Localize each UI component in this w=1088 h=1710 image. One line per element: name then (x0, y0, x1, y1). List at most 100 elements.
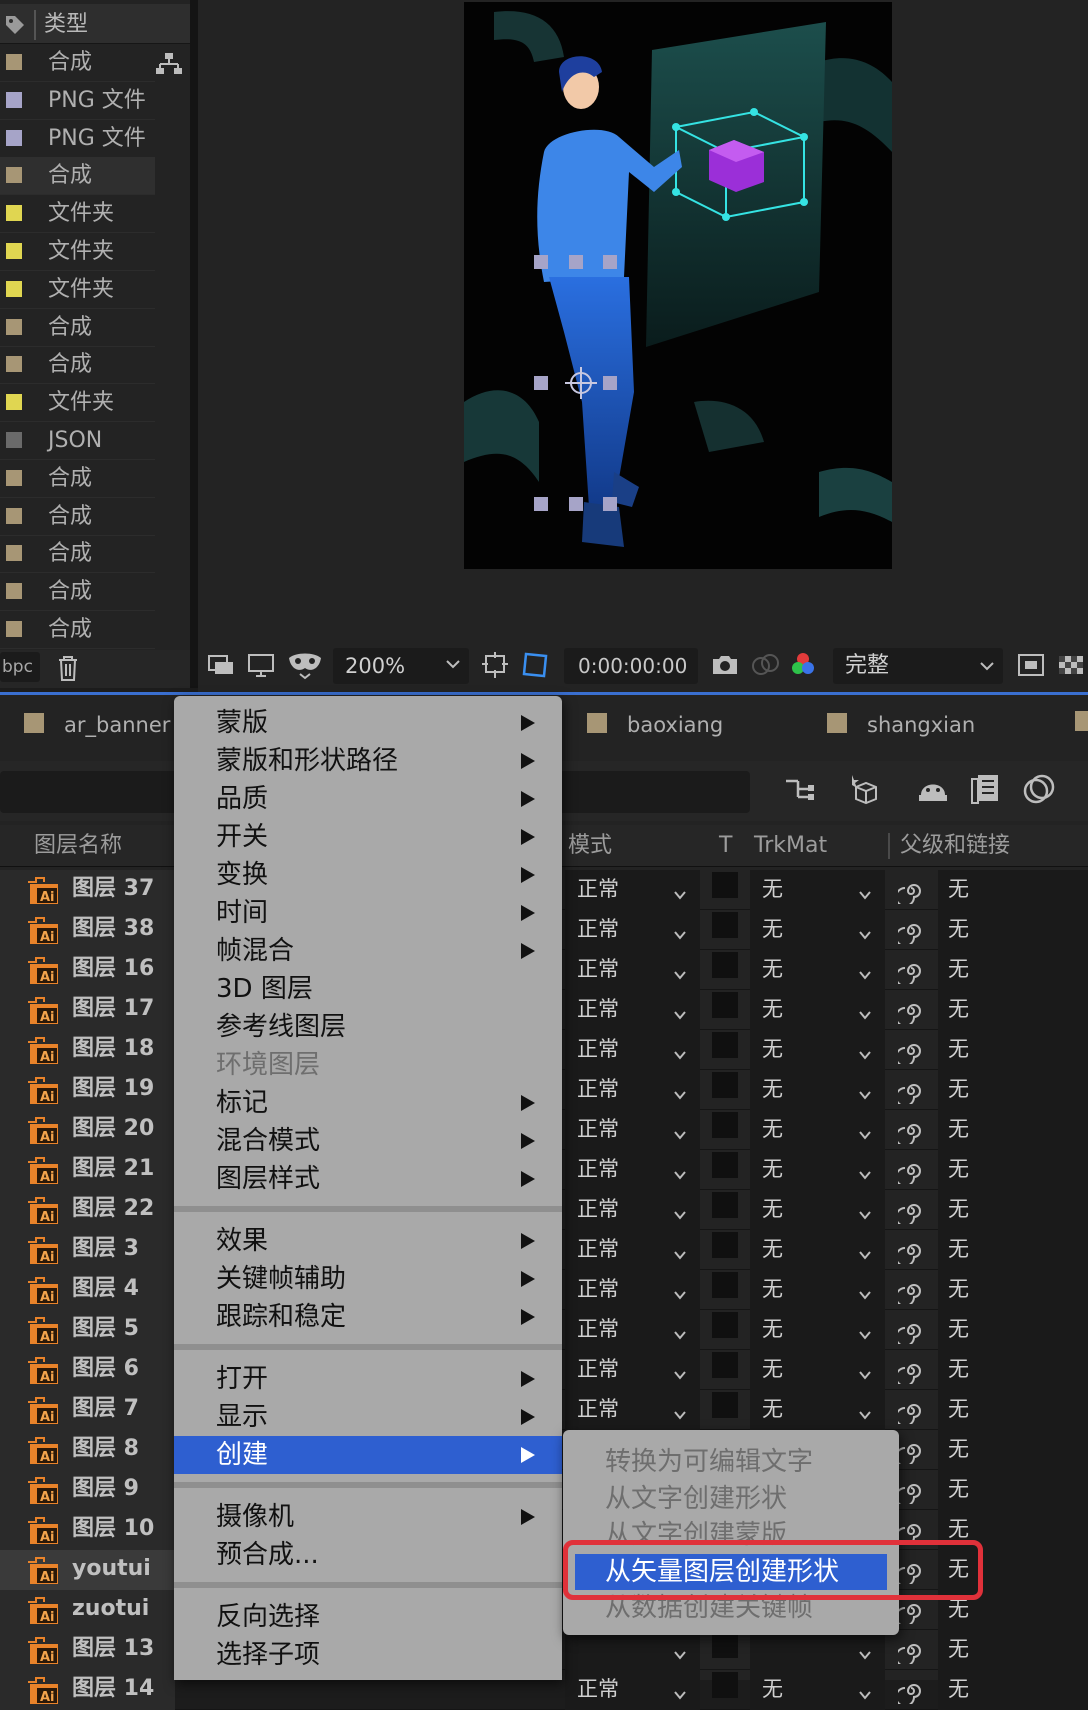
parent-pick-whip-icon[interactable] (895, 1318, 924, 1347)
composition-canvas[interactable] (464, 2, 892, 569)
resolution-dropdown[interactable]: 完整 (833, 648, 1003, 684)
parent-link-column-header[interactable]: 父级和链接 (900, 831, 1010, 861)
label-color-swatch[interactable] (6, 356, 22, 373)
blend-mode-dropdown[interactable]: 正常 (565, 1230, 700, 1270)
menu-item[interactable]: 选择子项 (174, 1636, 562, 1674)
preserve-transparency-toggle[interactable] (712, 872, 738, 898)
track-matte-dropdown[interactable]: 无 (750, 1190, 885, 1230)
menu-item[interactable]: 预合成... (174, 1536, 562, 1574)
checkerboard-icon[interactable] (1056, 650, 1086, 680)
tab-shangxian[interactable]: shangxian (827, 711, 997, 751)
parent-dropdown[interactable]: 无 (938, 1310, 1088, 1350)
blend-mode-dropdown[interactable]: 正常 (565, 1110, 700, 1150)
parent-dropdown[interactable]: 无 (938, 1270, 1088, 1310)
draft-3d-icon[interactable] (846, 771, 882, 807)
label-color-swatch[interactable] (6, 432, 22, 448)
layer-name-column-header[interactable]: 图层名称 (34, 831, 122, 861)
frame-blending-icon[interactable] (968, 771, 1004, 807)
preserve-transparency-toggle[interactable] (712, 1192, 738, 1218)
parent-pick-whip-icon[interactable] (895, 958, 924, 987)
motion-blur-icon[interactable] (1022, 771, 1058, 807)
label-color-swatch[interactable] (6, 318, 22, 335)
preserve-transparency-toggle[interactable] (712, 1232, 738, 1258)
show-snapshot-icon[interactable] (750, 650, 780, 680)
bpc-toggle[interactable]: bpc (0, 652, 40, 682)
project-type-column-header[interactable]: 类型 (0, 4, 190, 44)
project-item[interactable]: 合成 (0, 573, 155, 612)
label-color-swatch[interactable] (6, 545, 22, 562)
blend-mode-dropdown[interactable]: 正常 (565, 1190, 700, 1230)
t-column-header[interactable]: T (719, 831, 732, 861)
track-matte-dropdown[interactable]: 无 (750, 1230, 885, 1270)
project-item[interactable]: 合成 (0, 44, 155, 82)
menu-item[interactable]: 关键帧辅助 (174, 1260, 562, 1298)
preserve-transparency-toggle[interactable] (712, 912, 738, 938)
blend-mode-dropdown[interactable]: 正常 (565, 1270, 700, 1310)
label-color-swatch[interactable] (6, 129, 22, 146)
track-matte-dropdown[interactable]: 无 (750, 1310, 885, 1350)
parent-pick-whip-icon[interactable] (895, 1598, 924, 1627)
parent-pick-whip-icon[interactable] (895, 1478, 924, 1507)
blend-mode-dropdown[interactable]: 正常 (565, 1390, 700, 1430)
flowchart-icon[interactable] (155, 52, 183, 76)
parent-dropdown[interactable]: 无 (938, 1470, 1088, 1510)
project-item[interactable]: 合成 (0, 498, 155, 536)
preserve-transparency-toggle[interactable] (712, 1352, 738, 1378)
menu-item[interactable]: 标记 (174, 1084, 562, 1122)
parent-dropdown[interactable]: 无 (938, 1630, 1088, 1670)
preserve-transparency-toggle[interactable] (712, 1152, 738, 1178)
menu-item[interactable]: 摄像机 (174, 1498, 562, 1536)
blend-mode-dropdown[interactable]: 正常 (565, 950, 700, 990)
parent-dropdown[interactable]: 无 (938, 1230, 1088, 1270)
panel-divider[interactable] (190, 0, 198, 688)
mode-column-header[interactable]: 模式 (568, 831, 612, 861)
label-color-swatch[interactable] (6, 205, 22, 222)
parent-pick-whip-icon[interactable] (895, 1638, 924, 1667)
parent-pick-whip-icon[interactable] (895, 1398, 924, 1427)
parent-pick-whip-icon[interactable] (895, 918, 924, 947)
project-item[interactable]: PNG 文件 (0, 120, 155, 158)
menu-item[interactable]: 反向选择 (174, 1598, 562, 1636)
blend-mode-dropdown[interactable]: 正常 (565, 910, 700, 950)
parent-pick-whip-icon[interactable] (895, 1198, 924, 1227)
parent-pick-whip-icon[interactable] (895, 1078, 924, 1107)
menu-item[interactable]: 参考线图层 (174, 1008, 562, 1046)
project-item[interactable]: 文件夹 (0, 384, 155, 423)
parent-dropdown[interactable]: 无 (938, 1350, 1088, 1390)
preserve-transparency-toggle[interactable] (712, 1632, 738, 1658)
current-time-display[interactable]: 0:00:00:00 (564, 648, 698, 684)
track-matte-dropdown[interactable]: 无 (750, 1270, 885, 1310)
project-item[interactable]: 合成 (0, 157, 155, 196)
track-matte-dropdown[interactable]: 无 (750, 910, 885, 950)
label-color-swatch[interactable] (6, 469, 22, 486)
track-matte-dropdown[interactable]: 无 (750, 1390, 885, 1430)
blend-mode-dropdown[interactable]: 正常 (565, 1310, 700, 1350)
parent-dropdown[interactable]: 无 (938, 1030, 1088, 1070)
always-preview-icon[interactable] (206, 650, 236, 680)
parent-pick-whip-icon[interactable] (895, 1118, 924, 1147)
label-color-swatch[interactable] (6, 507, 22, 524)
parent-pick-whip-icon[interactable] (895, 878, 924, 907)
track-matte-dropdown[interactable]: 无 (750, 1110, 885, 1150)
preserve-transparency-toggle[interactable] (712, 1312, 738, 1338)
menu-item[interactable]: 帧混合 (174, 932, 562, 970)
menu-item[interactable]: 开关 (174, 818, 562, 856)
label-color-swatch[interactable] (6, 243, 22, 259)
parent-dropdown[interactable]: 无 (938, 1110, 1088, 1150)
project-item[interactable]: 文件夹 (0, 195, 155, 234)
trkmat-column-header[interactable]: TrkMat (754, 831, 827, 861)
preserve-transparency-toggle[interactable] (712, 1032, 738, 1058)
track-matte-dropdown[interactable]: 无 (750, 1670, 885, 1710)
fast-preview-icon[interactable] (1016, 650, 1046, 680)
mask-visibility-icon[interactable] (286, 650, 324, 680)
menu-item[interactable]: 显示 (174, 1398, 562, 1436)
menu-item[interactable]: 跟踪和稳定 (174, 1298, 562, 1336)
blend-mode-dropdown[interactable]: 正常 (565, 990, 700, 1030)
track-matte-dropdown[interactable]: 无 (750, 1030, 885, 1070)
parent-pick-whip-icon[interactable] (895, 1438, 924, 1467)
tab-ar-banner[interactable]: ar_banner (24, 711, 174, 751)
blend-mode-dropdown[interactable]: 正常 (565, 1670, 700, 1710)
parent-dropdown[interactable]: 无 (938, 990, 1088, 1030)
track-matte-dropdown[interactable]: 无 (750, 870, 885, 910)
parent-pick-whip-icon[interactable] (895, 1358, 924, 1387)
